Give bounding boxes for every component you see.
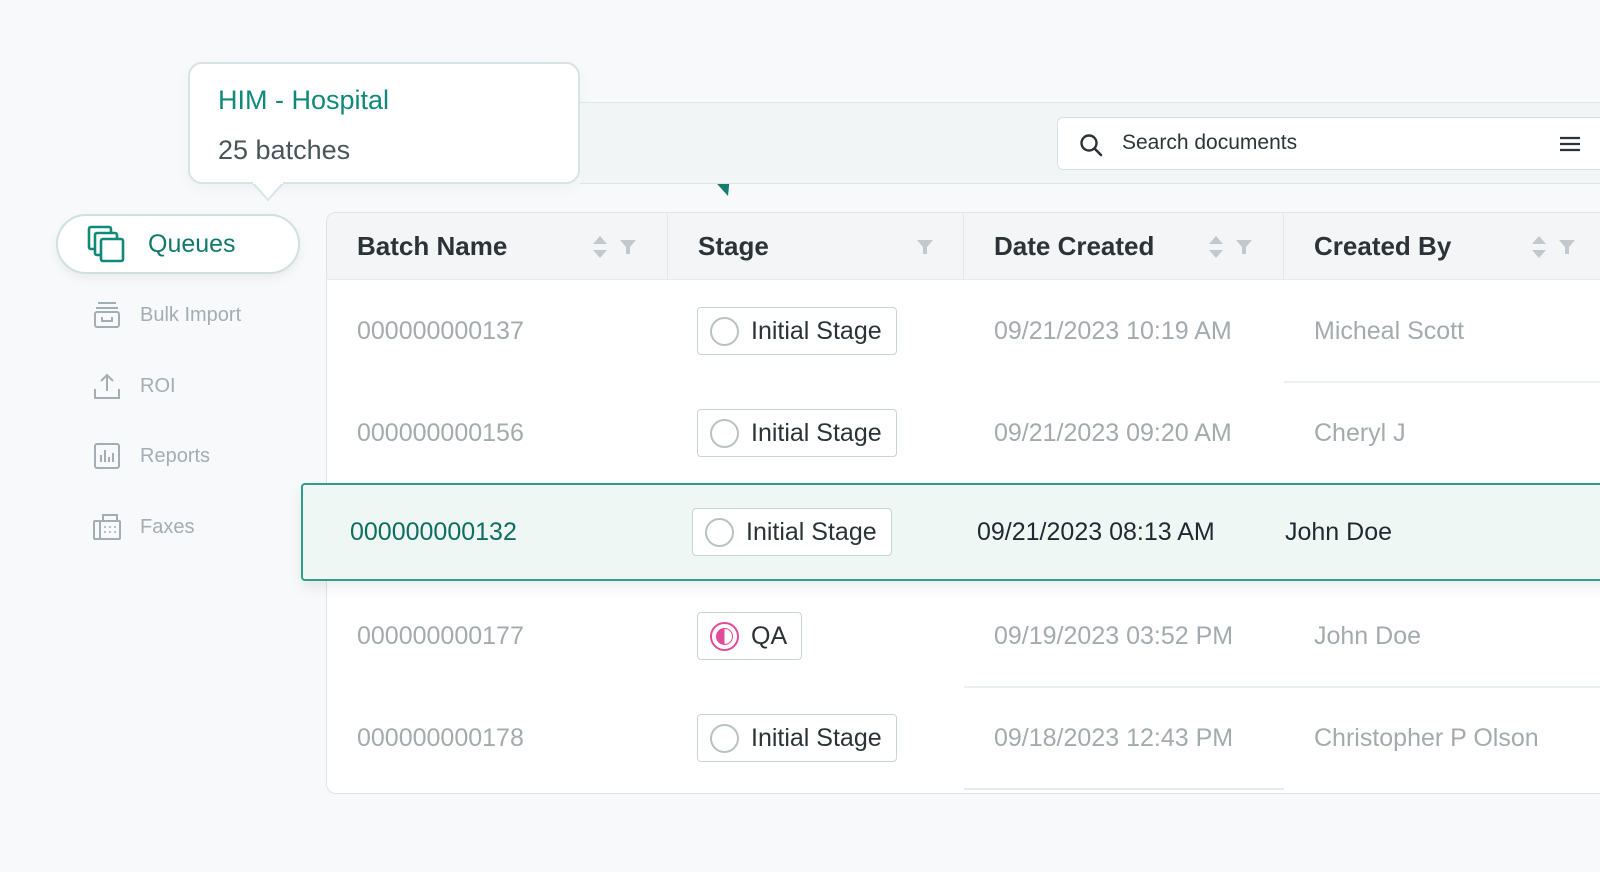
stage-badge: Initial Stage (692, 508, 892, 556)
column-header-date-created[interactable]: Date Created (964, 213, 1284, 280)
batch-name-cell: 000000000177 (357, 621, 524, 650)
created-by-cell: Christopher P Olson (1314, 723, 1539, 752)
table-row[interactable]: 000000000137 Initial Stage 09/21/2023 10… (327, 280, 1600, 382)
filter-icon[interactable] (916, 238, 934, 256)
sidebar-item-label: ROI (140, 374, 176, 397)
batch-name-cell: 000000000178 (357, 723, 524, 752)
tooltip-tail (252, 182, 284, 202)
sidebar-item-label: Bulk Import (140, 303, 242, 326)
stage-badge: Initial Stage (697, 409, 897, 457)
search-box[interactable] (1057, 117, 1600, 170)
stage-label: Initial Stage (751, 723, 882, 752)
tooltip-title: HIM - Hospital (218, 85, 390, 115)
created-by-cell: Cheryl J (1314, 418, 1406, 447)
date-created-cell: 09/21/2023 08:13 AM (977, 517, 1215, 546)
half-circle-icon (710, 621, 739, 651)
batch-name-cell: 000000000137 (357, 316, 524, 345)
stage-badge: Initial Stage (697, 307, 897, 355)
sidebar-item-faxes[interactable]: Faxes (92, 512, 194, 542)
stage-circle-icon (705, 517, 734, 547)
sidebar-item-label: Faxes (140, 515, 195, 538)
queue-tooltip: HIM - Hospital 25 batches (188, 62, 580, 184)
table-row-selected[interactable]: 000000000132 Initial Stage 09/21/2023 08… (301, 483, 1600, 581)
created-by-cell: John Doe (1314, 621, 1422, 650)
date-created-cell: 09/18/2023 12:43 PM (994, 723, 1234, 752)
queues-icon (87, 225, 125, 263)
stage-label: QA (751, 621, 788, 650)
filter-icon[interactable] (1235, 238, 1253, 256)
stage-label: Initial Stage (751, 418, 882, 447)
stage-circle-icon (710, 316, 739, 346)
column-label: Stage (698, 231, 769, 261)
reports-icon (94, 443, 120, 469)
sidebar-item-queues[interactable]: Queues (56, 214, 300, 274)
search-input[interactable] (1122, 118, 1542, 168)
filter-options-icon[interactable] (1558, 134, 1582, 154)
created-by-cell: John Doe (1285, 517, 1393, 546)
stage-cell: QA (697, 585, 803, 687)
sidebar-item-label: Queues (148, 229, 236, 258)
batch-name-cell: 000000000132 (350, 517, 517, 546)
sidebar-item-reports[interactable]: Reports (92, 441, 210, 471)
date-created-cell: 09/21/2023 10:19 AM (994, 316, 1232, 345)
search-icon (1080, 134, 1103, 157)
bulk-import-icon (94, 302, 120, 328)
stage-circle-icon (710, 418, 739, 448)
sort-icon[interactable] (1207, 234, 1225, 260)
filter-icon[interactable] (1558, 238, 1576, 256)
column-header-created-by[interactable]: Created By (1284, 213, 1600, 280)
filter-icon[interactable] (619, 238, 637, 256)
stage-cell: Initial Stage (697, 382, 897, 484)
column-label: Batch Name (357, 231, 508, 261)
sidebar-item-bulk-import[interactable]: Bulk Import (92, 300, 241, 330)
column-header-stage[interactable]: Stage (668, 213, 964, 280)
table-row[interactable]: 000000000177 QA 09/19/2023 03:52 PM John… (327, 585, 1600, 687)
batch-name-cell: 000000000156 (357, 418, 524, 447)
tooltip-subtitle: 25 batches (218, 135, 351, 165)
column-header-batch-name[interactable]: Batch Name (327, 213, 668, 280)
stage-cell: Initial Stage (697, 687, 897, 789)
table-row[interactable]: 000000000156 Initial Stage 09/21/2023 09… (327, 382, 1600, 484)
stage-badge: QA (697, 612, 803, 660)
fax-icon (93, 514, 121, 540)
table-row[interactable]: 000000000178 Initial Stage 09/18/2023 12… (327, 687, 1600, 789)
sidebar-item-label: Reports (140, 444, 211, 467)
stage-cell: Initial Stage (692, 485, 892, 579)
row-divider (964, 788, 1284, 790)
sidebar-item-roi[interactable]: ROI (92, 371, 176, 401)
table-header: Batch Name Stage Date Created Created By (327, 213, 1600, 280)
sort-icon[interactable] (591, 234, 609, 260)
column-label: Created By (1314, 231, 1452, 261)
column-label: Date Created (994, 231, 1155, 261)
stage-label: Initial Stage (746, 517, 877, 546)
sort-icon[interactable] (1530, 234, 1548, 260)
stage-cell: Initial Stage (697, 280, 897, 382)
created-by-cell: Micheal Scott (1314, 316, 1465, 345)
upload-icon (94, 373, 120, 399)
stage-circle-icon (710, 723, 739, 753)
date-created-cell: 09/19/2023 03:52 PM (994, 621, 1234, 650)
stage-label: Initial Stage (751, 316, 882, 345)
stage-badge: Initial Stage (697, 714, 897, 762)
date-created-cell: 09/21/2023 09:20 AM (994, 418, 1232, 447)
